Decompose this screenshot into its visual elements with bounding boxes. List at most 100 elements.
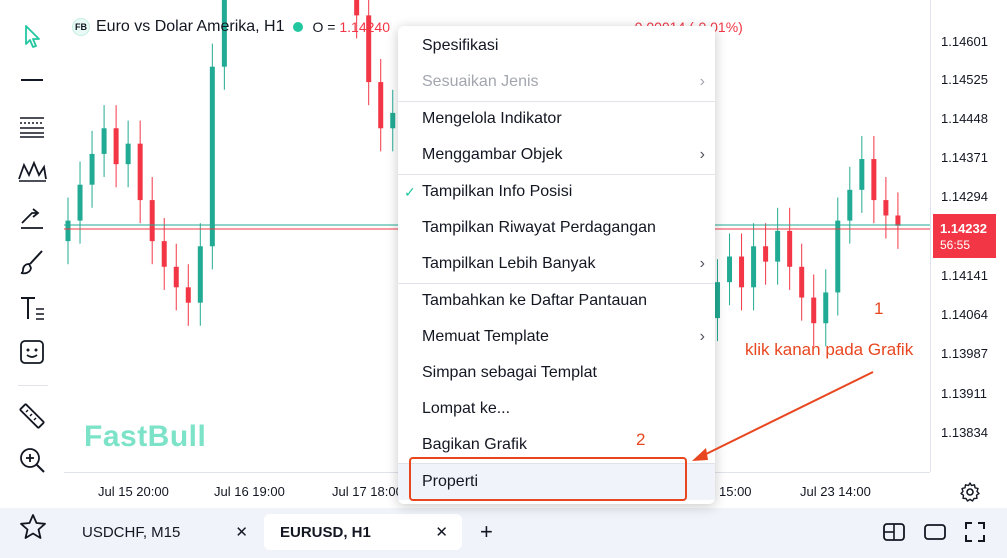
price-tick: 1.13987 (941, 346, 988, 361)
window-icon[interactable] (923, 520, 947, 544)
price-tick: 1.14448 (941, 111, 988, 126)
price-tick: 1.14064 (941, 307, 988, 322)
candle-body (101, 128, 107, 154)
close-icon[interactable]: ✕ (235, 523, 248, 541)
candle-body (847, 189, 853, 221)
prediction-tool-icon[interactable] (12, 198, 52, 234)
tab-label: EURUSD, H1 (280, 523, 371, 541)
menu-item-menggambar-objek[interactable]: Menggambar Objek › (398, 137, 715, 173)
checkmark-icon: ✓ (404, 183, 416, 200)
menu-item-tampilkan-riwayat[interactable]: Tampilkan Riwayat Perdagangan (398, 210, 715, 246)
menu-item-lompat-ke[interactable]: Lompat ke... (398, 391, 715, 427)
candle-body (354, 0, 360, 16)
add-tab-button[interactable]: + (480, 519, 493, 545)
candle-body (739, 256, 745, 288)
annotation-step-1: 1 (874, 299, 884, 318)
emoji-icon[interactable] (12, 334, 52, 370)
chevron-right-icon: › (699, 146, 705, 163)
annotation-step-2: 2 (636, 430, 646, 449)
menu-item-label: Memuat Template (422, 328, 549, 345)
brush-icon[interactable] (12, 244, 52, 280)
candle-body (137, 143, 143, 201)
menu-item-label: Tampilkan Lebih Banyak (422, 255, 596, 272)
menu-item-memuat-template[interactable]: Memuat Template › (398, 319, 715, 355)
layout-icon[interactable] (882, 520, 906, 544)
candle-body (871, 159, 877, 201)
candle-body (390, 112, 396, 129)
time-tick: 15:00 (719, 484, 752, 499)
candle-body (77, 184, 83, 221)
menu-item-tampilkan-info-posisi[interactable]: ✓ Tampilkan Info Posisi (398, 174, 715, 210)
menu-item-sesuaikan-jenis: Sesuaikan Jenis › (398, 64, 715, 100)
chevron-right-icon: › (699, 255, 705, 272)
tab-eurusd[interactable]: EURUSD, H1 ✕ (264, 514, 462, 550)
candle-body (859, 159, 865, 190)
candle-body (89, 153, 95, 185)
chart-context-menu: Spesifikasi Sesuaikan Jenis › Mengelola I… (398, 26, 715, 504)
candle-body (378, 82, 384, 129)
toolbar-divider (18, 385, 48, 386)
time-tick: Jul 23 14:00 (800, 484, 871, 499)
price-tick: 1.14371 (941, 150, 988, 165)
menu-item-mengelola-indikator[interactable]: Mengelola Indikator (398, 101, 715, 137)
fullscreen-icon[interactable] (963, 520, 987, 544)
price-tick: 1.14601 (941, 34, 988, 49)
price-tick: 1.14294 (941, 189, 988, 204)
menu-item-label: Lompat ke... (422, 400, 511, 417)
open-value: 1.14240 (339, 19, 390, 35)
highlight-box (409, 457, 687, 501)
close-icon[interactable]: ✕ (435, 523, 448, 541)
market-status-dot (292, 22, 303, 32)
current-price-value: 1.14232 (940, 221, 987, 236)
candle-body (823, 292, 829, 324)
menu-item-spesifikasi[interactable]: Spesifikasi (398, 28, 715, 64)
candle-body (727, 256, 733, 283)
line-tool-icon[interactable] (12, 62, 52, 98)
price-tick: 1.13834 (941, 425, 988, 440)
menu-item-tambah-pantauan[interactable]: Tambahkan ke Daftar Pantauan (398, 283, 715, 319)
open-label: O = (312, 19, 336, 35)
fib-retracement-icon[interactable] (12, 108, 52, 144)
time-tick: Jul 17 18:00 (332, 484, 403, 499)
chevron-right-icon: › (699, 328, 705, 345)
tab-usdchf[interactable]: USDCHF, M15 ✕ (66, 514, 262, 550)
candle-body (835, 220, 841, 293)
candle-body (799, 266, 805, 298)
text-tool-icon[interactable] (12, 290, 52, 326)
menu-item-tampilkan-lebih-banyak[interactable]: Tampilkan Lebih Banyak › (398, 246, 715, 282)
menu-item-label: Mengelola Indikator (422, 110, 562, 127)
fastbull-watermark: FastBull (84, 420, 207, 453)
menu-item-simpan-templat[interactable]: Simpan sebagai Templat (398, 355, 715, 391)
bar-countdown: 56:55 (940, 238, 971, 252)
candle-body (787, 230, 793, 267)
menu-item-label: Bagikan Grafik (422, 436, 527, 453)
time-tick: Jul 15 20:00 (98, 484, 169, 499)
gear-icon[interactable] (958, 480, 982, 504)
cursor-icon[interactable] (12, 18, 52, 54)
ruler-icon[interactable] (12, 398, 52, 434)
candle-body (751, 246, 757, 288)
current-price-tag: 1.14232 56:55 (933, 214, 996, 258)
pattern-tool-icon[interactable] (12, 152, 52, 188)
candle-body (763, 246, 769, 262)
menu-item-label: Sesuaikan Jenis (422, 73, 539, 90)
tab-label: USDCHF, M15 (82, 523, 181, 541)
zoom-in-icon[interactable] (12, 442, 52, 478)
candle-body (161, 241, 167, 267)
candle-body (173, 266, 179, 288)
chevron-right-icon: › (699, 73, 705, 90)
candle-body (125, 143, 131, 165)
annotation-step-1-text: klik kanan pada Grafik (745, 340, 914, 359)
symbol-badge: FB (72, 18, 90, 36)
candle-body (883, 200, 889, 216)
menu-item-label: Tampilkan Riwayat Perdagangan (422, 219, 656, 236)
candle-body (209, 66, 215, 247)
star-icon[interactable] (18, 512, 48, 542)
candle-body (185, 287, 191, 303)
candle-body (811, 297, 817, 324)
candle-body (149, 200, 155, 242)
menu-item-label: Tampilkan Info Posisi (422, 183, 573, 200)
time-tick: Jul 16 19:00 (214, 484, 285, 499)
menu-item-label: Simpan sebagai Templat (422, 364, 597, 381)
candle-body (715, 282, 720, 319)
